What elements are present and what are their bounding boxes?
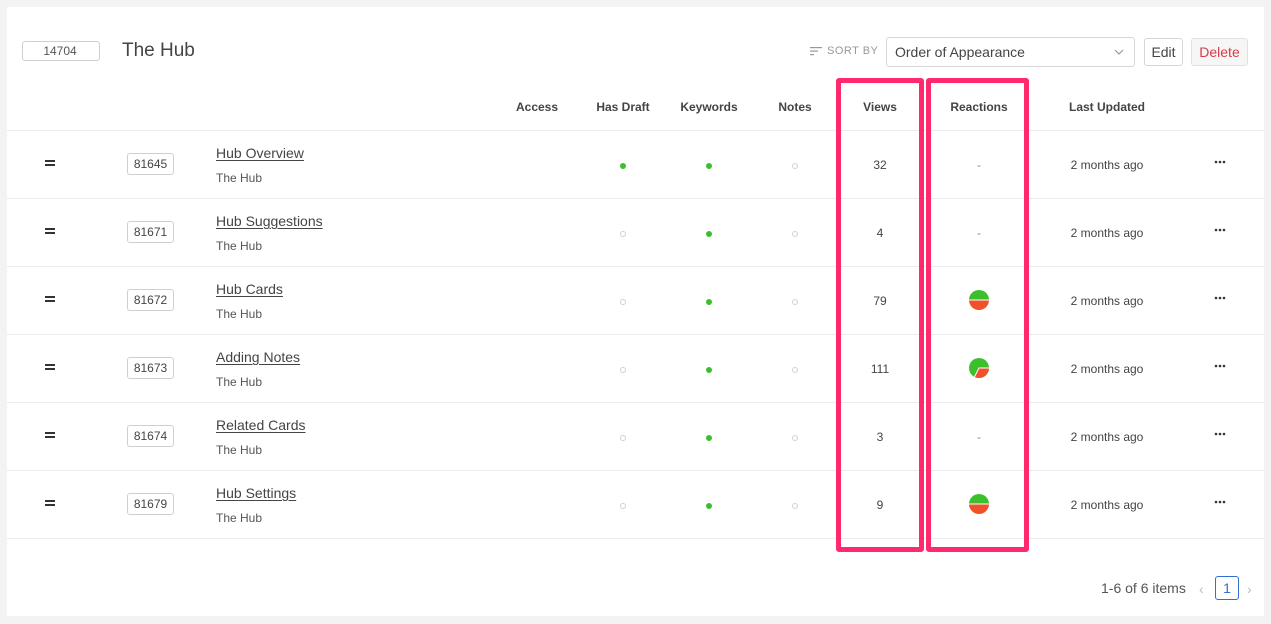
notes-status-dot bbox=[792, 299, 798, 305]
table-row[interactable]: 81674 Related Cards The Hub 3-2 months ago bbox=[7, 403, 1264, 471]
sort-select-value: Order of Appearance bbox=[895, 44, 1025, 60]
card-id-badge: 81645 bbox=[127, 153, 174, 175]
collection-header: 14704 The Hub SORT BY Order of Appearanc… bbox=[7, 7, 1264, 97]
keywords-status-dot bbox=[706, 367, 712, 373]
page-title: The Hub bbox=[122, 40, 195, 61]
collection-id-badge: 14704 bbox=[22, 41, 100, 61]
last-updated-text: 2 months ago bbox=[1070, 294, 1144, 308]
notes-status-dot bbox=[792, 435, 798, 441]
card-id-badge: 81671 bbox=[127, 221, 174, 243]
more-options-icon[interactable] bbox=[1214, 160, 1226, 164]
more-options-icon[interactable] bbox=[1214, 364, 1226, 368]
keywords-status-dot bbox=[706, 435, 712, 441]
drag-handle-icon[interactable] bbox=[45, 432, 55, 438]
card-id-badge: 81673 bbox=[127, 357, 174, 379]
row-divider bbox=[7, 538, 1264, 539]
reactions-column-highlight bbox=[926, 78, 1029, 552]
card-title-link[interactable]: Hub Settings bbox=[216, 485, 296, 501]
column-header-access[interactable]: Access bbox=[516, 100, 558, 114]
card-title-link[interactable]: Hub Overview bbox=[216, 145, 304, 161]
drag-handle-icon[interactable] bbox=[45, 364, 55, 370]
delete-button[interactable]: Delete bbox=[1191, 38, 1248, 66]
card-title-link[interactable]: Adding Notes bbox=[216, 349, 300, 365]
card-collection-label: The Hub bbox=[216, 171, 263, 185]
column-header-last-updated[interactable]: Last Updated bbox=[1069, 100, 1145, 114]
sort-by-label: SORT BY bbox=[810, 45, 878, 57]
last-updated-text: 2 months ago bbox=[1070, 430, 1144, 444]
card-collection-label: The Hub bbox=[216, 307, 263, 321]
table-row[interactable]: 81672 Hub Cards The Hub 79 2 months ago bbox=[7, 267, 1264, 335]
keywords-status-dot bbox=[706, 231, 712, 237]
has-draft-status-dot bbox=[620, 163, 626, 169]
card-title-link[interactable]: Hub Cards bbox=[216, 281, 283, 297]
keywords-status-dot bbox=[706, 503, 712, 509]
drag-handle-icon[interactable] bbox=[45, 500, 55, 506]
card-collection-label: The Hub bbox=[216, 375, 263, 389]
card-id-badge: 81679 bbox=[127, 493, 174, 515]
sort-icon bbox=[810, 47, 822, 56]
card-collection-label: The Hub bbox=[216, 239, 263, 253]
edit-button[interactable]: Edit bbox=[1144, 38, 1183, 66]
card-id-badge: 81674 bbox=[127, 425, 174, 447]
keywords-status-dot bbox=[706, 163, 712, 169]
column-header-has-draft[interactable]: Has Draft bbox=[596, 100, 649, 114]
drag-handle-icon[interactable] bbox=[45, 160, 55, 166]
drag-handle-icon[interactable] bbox=[45, 228, 55, 234]
card-collection-label: The Hub bbox=[216, 511, 263, 525]
table-row[interactable]: 81679 Hub Settings The Hub 9 2 months ago bbox=[7, 471, 1264, 539]
pagination-next-icon[interactable]: › bbox=[1247, 581, 1252, 597]
card-collection-label: The Hub bbox=[216, 443, 263, 457]
keywords-status-dot bbox=[706, 299, 712, 305]
last-updated-text: 2 months ago bbox=[1070, 362, 1144, 376]
table-row[interactable]: 81645 Hub Overview The Hub 32-2 months ago bbox=[7, 131, 1264, 199]
table-row[interactable]: 81671 Hub Suggestions The Hub 4-2 months ag… bbox=[7, 199, 1264, 267]
chevron-down-icon bbox=[1114, 49, 1124, 55]
last-updated-text: 2 months ago bbox=[1070, 226, 1144, 240]
column-header-keywords[interactable]: Keywords bbox=[680, 100, 737, 114]
sort-select[interactable]: Order of Appearance bbox=[886, 37, 1135, 67]
more-options-icon[interactable] bbox=[1214, 500, 1226, 504]
notes-status-dot bbox=[792, 503, 798, 509]
collection-panel: 14704 The Hub SORT BY Order of Appearanc… bbox=[7, 7, 1264, 616]
has-draft-status-dot bbox=[620, 367, 626, 373]
more-options-icon[interactable] bbox=[1214, 432, 1226, 436]
views-column-highlight bbox=[836, 78, 924, 552]
has-draft-status-dot bbox=[620, 299, 626, 305]
table-row[interactable]: 81673 Adding Notes The Hub 111 2 months ago bbox=[7, 335, 1264, 403]
drag-handle-icon[interactable] bbox=[45, 296, 55, 302]
notes-status-dot bbox=[792, 231, 798, 237]
card-title-link[interactable]: Hub Suggestions bbox=[216, 213, 323, 229]
notes-status-dot bbox=[792, 367, 798, 373]
has-draft-status-dot bbox=[620, 435, 626, 441]
pagination-prev-icon[interactable]: ‹ bbox=[1199, 581, 1204, 597]
last-updated-text: 2 months ago bbox=[1070, 498, 1144, 512]
last-updated-text: 2 months ago bbox=[1070, 158, 1144, 172]
has-draft-status-dot bbox=[620, 231, 626, 237]
card-id-badge: 81672 bbox=[127, 289, 174, 311]
pagination-page-1[interactable]: 1 bbox=[1215, 576, 1239, 600]
sort-by-text: SORT BY bbox=[827, 45, 879, 57]
column-header-notes[interactable]: Notes bbox=[778, 100, 811, 114]
pagination-info: 1-6 of 6 items bbox=[1101, 580, 1186, 596]
card-title-link[interactable]: Related Cards bbox=[216, 417, 306, 433]
more-options-icon[interactable] bbox=[1214, 228, 1226, 232]
notes-status-dot bbox=[792, 163, 798, 169]
has-draft-status-dot bbox=[620, 503, 626, 509]
more-options-icon[interactable] bbox=[1214, 296, 1226, 300]
